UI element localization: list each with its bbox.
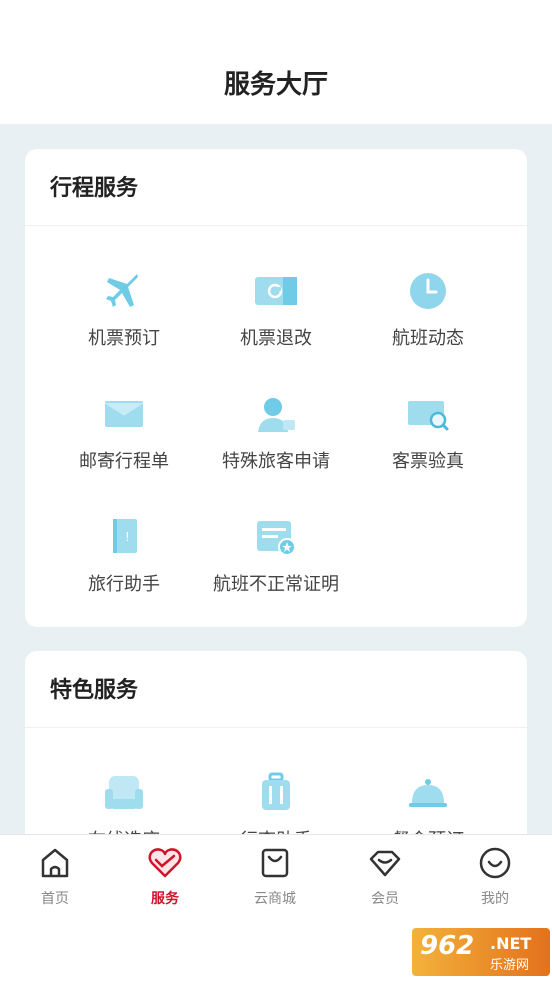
header: 服务大厅	[0, 0, 552, 124]
tab-label: 服务	[151, 891, 179, 907]
tab-cloud-mall[interactable]: 云商城	[220, 845, 330, 915]
tile-label: 餐食预订	[392, 826, 464, 834]
seat-selection-tile[interactable]: 在线选座	[49, 758, 199, 834]
special-passenger-tile[interactable]: 特殊旅客申请	[201, 379, 351, 502]
tile-label: 机票预订	[88, 328, 160, 349]
tab-label: 首页	[41, 891, 69, 907]
shopping-bag-icon	[261, 848, 289, 878]
home-icon	[41, 848, 69, 878]
travel-services-title: 行程服务	[25, 149, 527, 226]
tile-label: 旅行助手	[88, 574, 160, 595]
ticket-search-icon	[405, 391, 451, 437]
seat-icon	[101, 770, 147, 816]
tab-label: 会员	[371, 891, 399, 907]
tile-label: 机票退改	[240, 328, 312, 349]
tile-label: 航班不正常证明	[213, 574, 339, 595]
meal-booking-tile[interactable]: 餐食预订	[353, 758, 503, 834]
flight-status-tile[interactable]: 航班动态	[353, 256, 503, 379]
tile-label: 航班动态	[392, 328, 464, 349]
smiley-icon	[479, 847, 511, 879]
tile-label: 邮寄行程单	[79, 451, 169, 472]
tab-home[interactable]: 首页	[0, 845, 110, 915]
certificate-icon	[253, 514, 299, 560]
tab-services[interactable]: 服务	[110, 845, 220, 915]
tab-label: 我的	[481, 891, 509, 907]
person-icon	[253, 391, 299, 437]
tile-label: 客票验真	[392, 451, 464, 472]
tab-member[interactable]: 会员	[330, 845, 440, 915]
meal-cloche-icon	[405, 770, 451, 816]
guidebook-icon: !	[101, 514, 147, 560]
site-watermark-logo: 962 .NET 乐游网	[412, 928, 550, 976]
luggage-icon	[253, 770, 299, 816]
svg-text:!: !	[125, 530, 130, 544]
mail-itinerary-tile[interactable]: 邮寄行程单	[49, 379, 199, 502]
watermark-net: .NET	[490, 934, 532, 953]
tab-mine[interactable]: 我的	[440, 845, 550, 915]
tile-label: 在线选座	[88, 826, 160, 834]
heart-icon	[148, 848, 182, 878]
page-title: 服务大厅	[223, 70, 328, 100]
travel-services-card: 行程服务 机票预订 机票退改 航班动态 邮寄行程单 特殊旅客申请 客票验真 ! …	[25, 149, 527, 627]
featured-services-title: 特色服务	[25, 651, 527, 728]
ticket-refund-icon	[253, 268, 299, 314]
luggage-assistant-tile[interactable]: 行李助手	[201, 758, 351, 834]
ticket-verify-tile[interactable]: 客票验真	[353, 379, 503, 502]
tab-label: 云商城	[254, 891, 296, 907]
tile-label: 行李助手	[240, 826, 312, 834]
ticket-refund-tile[interactable]: 机票退改	[201, 256, 351, 379]
service-content[interactable]: 行程服务 机票预订 机票退改 航班动态 邮寄行程单 特殊旅客申请 客票验真 ! …	[0, 124, 552, 834]
flight-irregularity-certificate-tile[interactable]: 航班不正常证明	[201, 502, 351, 625]
featured-services-card: 特色服务 在线选座 行李助手 餐食预订	[25, 651, 527, 834]
clock-icon	[405, 268, 451, 314]
envelope-icon	[101, 391, 147, 437]
watermark-number: 962	[420, 931, 475, 961]
member-diamond-icon	[369, 850, 401, 877]
flight-booking-tile[interactable]: 机票预订	[49, 256, 199, 379]
tile-label: 特殊旅客申请	[222, 451, 330, 472]
watermark-site-name: 乐游网	[490, 958, 530, 973]
travel-assistant-tile[interactable]: ! 旅行助手	[49, 502, 199, 625]
airplane-icon	[101, 268, 147, 314]
